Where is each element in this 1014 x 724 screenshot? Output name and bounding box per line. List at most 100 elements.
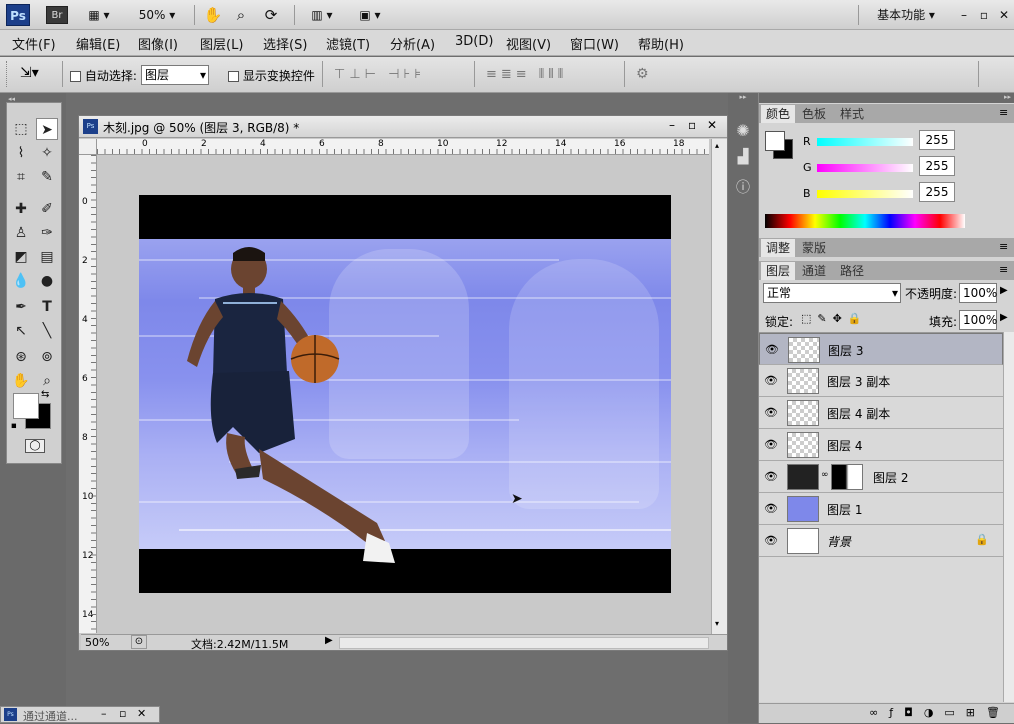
move-tool-preset-icon[interactable]: ⇲▾ <box>20 65 56 85</box>
layer-row[interactable]: 👁 图层 3 <box>759 333 1003 365</box>
move-tool-icon[interactable]: ➤ <box>36 118 58 140</box>
menu-help[interactable]: 帮助(H) <box>638 34 684 53</box>
menu-edit[interactable]: 编辑(E) <box>76 34 120 53</box>
menu-select[interactable]: 选择(S) <box>263 34 307 53</box>
histogram-icon[interactable]: ▟ <box>732 149 754 171</box>
panel-collapse-arrows[interactable]: ▸▸ <box>759 93 1014 103</box>
view-extras-button[interactable]: ▦ ▾ <box>82 4 116 26</box>
menu-image[interactable]: 图像(I) <box>138 34 178 53</box>
horizontal-ruler[interactable]: 0 2 4 6 8 10 12 14 16 18 <box>97 139 709 155</box>
menu-window[interactable]: 窗口(W) <box>570 34 619 53</box>
opacity-arrow-icon[interactable]: ▶ <box>1000 285 1008 296</box>
b-slider[interactable] <box>817 190 913 198</box>
scroll-down-icon[interactable]: ▾ <box>715 619 719 628</box>
menu-filter[interactable]: 滤镜(T) <box>326 34 370 53</box>
layer-row[interactable]: 👁 背景 🔒 <box>759 525 1003 557</box>
pen-tool-icon[interactable]: ✒ <box>10 296 32 318</box>
screen-mode-button[interactable]: ▣ ▾ <box>352 4 388 26</box>
auto-select-dropdown[interactable]: 图层 ▾ <box>141 65 209 85</box>
layer-row[interactable]: 👁 图层 1 <box>759 493 1003 525</box>
auto-select-checkbox[interactable] <box>70 71 81 82</box>
healing-brush-tool-icon[interactable]: ✚ <box>10 198 32 220</box>
doc-close-icon[interactable]: ✕ <box>707 118 717 132</box>
arrange-documents-button[interactable]: ▥ ▾ <box>304 4 340 26</box>
menu-3d[interactable]: 3D(D) <box>455 34 493 49</box>
brush-tool-icon[interactable]: ✐ <box>36 198 58 220</box>
marquee-tool-icon[interactable]: ⬚ <box>10 118 32 140</box>
layer-row[interactable]: 👁 图层 3 副本 <box>759 365 1003 397</box>
hand-tool-icon[interactable]: ✋ <box>10 370 32 392</box>
tab-layers[interactable]: 图层 <box>761 262 796 280</box>
status-menu-arrow-icon[interactable]: ▶ <box>325 635 333 646</box>
3d-orbit-tool-icon[interactable]: ⊚ <box>36 346 58 368</box>
magic-wand-tool-icon[interactable]: ✧ <box>36 142 58 164</box>
hand-icon[interactable]: ✋ <box>202 4 224 26</box>
show-transform-checkbox[interactable] <box>228 71 239 82</box>
eye-icon[interactable]: 👁 <box>763 405 779 421</box>
scroll-up-icon[interactable]: ▴ <box>715 141 719 150</box>
3d-rotate-tool-icon[interactable]: ⊛ <box>10 346 32 368</box>
navigator-icon[interactable]: ✺ <box>732 121 754 143</box>
rotate-view-icon[interactable]: ⟳ <box>260 4 282 26</box>
auto-select-option[interactable]: 自动选择: <box>70 67 137 84</box>
default-colors-icon[interactable]: ◾ <box>11 421 17 430</box>
distribute-buttons[interactable]: ≡≣≡ ⫴⫴⫴ <box>486 67 567 82</box>
menu-view[interactable]: 视图(V) <box>506 34 551 53</box>
eye-icon[interactable]: 👁 <box>763 437 779 453</box>
vertical-ruler[interactable]: 0 2 4 6 8 10 12 14 <box>79 155 97 633</box>
mini-minimize-icon[interactable]: – <box>101 707 107 720</box>
line-tool-icon[interactable]: ╲ <box>36 320 58 342</box>
r-slider[interactable] <box>817 138 913 146</box>
bridge-button[interactable]: Br <box>46 6 68 24</box>
minimize-icon[interactable]: – <box>956 4 972 26</box>
vertical-scrollbar[interactable]: ▴ ▾ <box>711 139 727 634</box>
history-brush-tool-icon[interactable]: ✑ <box>36 222 58 244</box>
color-ramp[interactable] <box>765 214 965 228</box>
auto-align-icon[interactable]: ⚙ <box>636 66 649 82</box>
zoom-icon[interactable]: ⌕ <box>230 4 252 26</box>
tab-channels[interactable]: 通道 <box>797 262 832 280</box>
minimized-document[interactable]: Ps 通过通道... – ▫ ✕ <box>0 706 160 723</box>
panel-menu-icon[interactable]: ≡ <box>999 106 1008 119</box>
workspace-switcher[interactable]: 基本功能 ▾ <box>866 4 946 26</box>
align-buttons[interactable]: ⊤⊥⊢ ⊣⊦⊧ <box>334 67 425 82</box>
image-canvas[interactable]: ➤ <box>139 195 671 593</box>
fg-color-swatch[interactable] <box>765 131 785 151</box>
restore-icon[interactable]: ▫ <box>976 4 992 26</box>
tab-color[interactable]: 颜色 <box>761 105 796 123</box>
r-value-input[interactable]: 255 <box>919 130 955 150</box>
eyedropper-tool-icon[interactable]: ✎ <box>36 166 58 188</box>
horizontal-scrollbar[interactable] <box>339 637 709 649</box>
g-value-input[interactable]: 255 <box>919 156 955 176</box>
eraser-tool-icon[interactable]: ◩ <box>10 246 32 268</box>
ruler-origin[interactable] <box>79 139 97 155</box>
path-selection-tool-icon[interactable]: ↖ <box>10 320 32 342</box>
layer-row[interactable]: 👁 图层 4 <box>759 429 1003 461</box>
type-tool-icon[interactable]: T <box>36 296 58 318</box>
info-icon[interactable]: ⓘ <box>732 177 754 199</box>
lock-options-icons[interactable]: ⬚✎✥🔒 <box>801 312 868 325</box>
tab-styles[interactable]: 样式 <box>835 105 870 123</box>
status-zoom[interactable]: 50% <box>85 636 109 649</box>
opacity-input[interactable]: 100% <box>959 283 997 303</box>
doc-minimize-icon[interactable]: – <box>669 118 675 132</box>
tab-masks[interactable]: 蒙版 <box>797 239 832 257</box>
eye-icon[interactable]: 👁 <box>763 373 779 389</box>
fill-input[interactable]: 100% <box>959 310 997 330</box>
layers-scrollbar[interactable] <box>1003 332 1014 702</box>
collapse-arrows[interactable]: ◂◂ <box>8 95 64 103</box>
menu-analysis[interactable]: 分析(A) <box>390 34 435 53</box>
eye-icon[interactable]: 👁 <box>763 469 779 485</box>
crop-tool-icon[interactable]: ⌗ <box>10 166 32 188</box>
blur-tool-icon[interactable]: 💧 <box>10 270 32 292</box>
expand-arrows[interactable]: ▸▸ <box>728 93 758 103</box>
blend-mode-dropdown[interactable]: 正常 ▾ <box>763 283 901 303</box>
zoom-level-menu[interactable]: 50% ▾ <box>132 4 182 26</box>
gradient-tool-icon[interactable]: ▤ <box>36 246 58 268</box>
tab-paths[interactable]: 路径 <box>835 262 870 280</box>
fill-arrow-icon[interactable]: ▶ <box>1000 312 1008 323</box>
layers-footer-buttons[interactable]: ∞ƒ◘◑▭⊞🗑 <box>759 703 1014 723</box>
status-info-icon[interactable]: ⊙ <box>131 635 147 649</box>
clone-stamp-tool-icon[interactable]: ♙ <box>10 222 32 244</box>
mini-close-icon[interactable]: ✕ <box>137 707 146 720</box>
